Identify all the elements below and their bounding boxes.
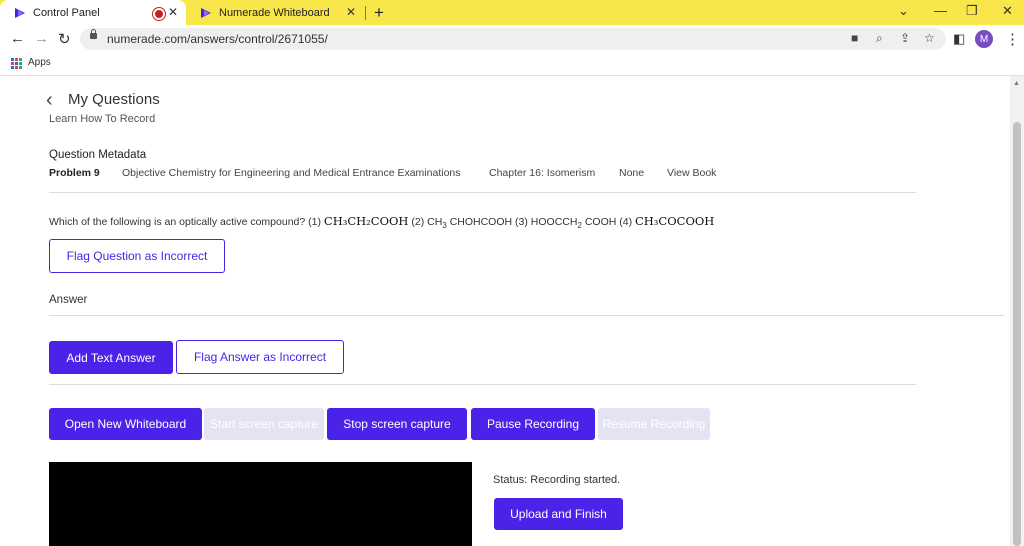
tab-label: Numerade Whiteboard — [219, 6, 330, 19]
tab-search-icon[interactable]: ⌄ — [898, 3, 909, 19]
tab-strip: Control Panel ✕ Numerade Whiteboard ✕ + … — [0, 0, 1024, 25]
avatar[interactable]: M — [975, 30, 993, 48]
metadata-heading: Question Metadata — [49, 149, 147, 161]
question-text: Which of the following is an optically a… — [49, 214, 715, 231]
divider — [49, 315, 1004, 316]
section: None — [619, 167, 645, 179]
address-bar[interactable]: numerade.com/answers/control/2671055/ ■ … — [80, 28, 946, 50]
numerade-logo-icon — [201, 7, 211, 18]
tab-whiteboard[interactable]: Numerade Whiteboard ✕ — [186, 0, 364, 25]
flag-question-button[interactable]: Flag Question as Incorrect — [49, 239, 225, 273]
close-icon[interactable]: ✕ — [168, 5, 178, 19]
add-text-answer-button[interactable]: Add Text Answer — [49, 341, 173, 374]
numerade-logo-icon — [15, 7, 25, 18]
navigation-bar: ← → ↻ numerade.com/answers/control/26710… — [0, 25, 1024, 53]
problem-number: Problem 9 — [49, 167, 100, 179]
bookmarks-bar: Apps — [0, 53, 1024, 76]
new-tab-icon[interactable]: + — [374, 3, 384, 23]
view-book-link[interactable]: View Book — [667, 167, 716, 179]
tab-separator — [365, 6, 366, 20]
page-title: My Questions — [68, 91, 160, 108]
window-close-icon[interactable]: ✕ — [1002, 3, 1013, 19]
divider — [49, 192, 916, 193]
forward-icon[interactable]: → — [34, 30, 49, 47]
open-whiteboard-button[interactable]: Open New Whiteboard — [49, 408, 202, 440]
start-capture-button[interactable]: Start screen capture — [204, 408, 324, 440]
resume-recording-button[interactable]: Resume Recording — [598, 408, 710, 440]
apps-link[interactable]: Apps — [28, 57, 51, 68]
star-icon[interactable]: ☆ — [924, 31, 935, 45]
video-preview — [49, 462, 472, 546]
lock-icon — [90, 29, 97, 39]
scroll-up-icon[interactable]: ▲ — [1013, 80, 1020, 87]
upload-finish-button[interactable]: Upload and Finish — [494, 498, 623, 530]
chevron-left-icon[interactable]: ‹ — [46, 89, 53, 112]
close-icon[interactable]: ✕ — [346, 5, 356, 19]
divider — [49, 384, 916, 385]
sidepanel-icon[interactable]: ◧ — [953, 31, 965, 47]
share-icon[interactable]: ⇪ — [900, 31, 910, 45]
tab-control-panel[interactable]: Control Panel ✕ — [0, 0, 186, 25]
book-title: Objective Chemistry for Engineering and … — [122, 167, 461, 179]
page-content: ‹ My Questions Learn How To Record Quest… — [0, 76, 1010, 546]
reload-icon[interactable]: ↻ — [58, 30, 71, 48]
answer-heading: Answer — [49, 294, 88, 306]
url-text[interactable]: numerade.com/answers/control/2671055/ — [107, 32, 328, 46]
minimize-icon[interactable]: — — [934, 3, 947, 18]
back-icon[interactable]: ← — [10, 30, 25, 47]
zoom-icon[interactable]: ⌕ — [876, 31, 883, 46]
tab-label: Control Panel — [33, 6, 100, 19]
learn-link[interactable]: Learn How To Record — [49, 113, 155, 125]
maximize-icon[interactable]: ❐ — [966, 3, 978, 19]
apps-icon[interactable] — [11, 58, 22, 69]
scrollbar-thumb[interactable] — [1013, 122, 1021, 546]
status-text: Status: Recording started. — [493, 474, 621, 486]
record-icon — [153, 8, 165, 20]
scrollbar[interactable]: ▲ — [1010, 76, 1024, 546]
pause-recording-button[interactable]: Pause Recording — [471, 408, 595, 440]
camera-icon[interactable]: ■ — [851, 31, 858, 45]
chapter: Chapter 16: Isomerism — [489, 167, 596, 179]
flag-answer-button[interactable]: Flag Answer as Incorrect — [176, 340, 344, 374]
menu-icon[interactable]: ⋮ — [1005, 30, 1020, 48]
stop-capture-button[interactable]: Stop screen capture — [327, 408, 467, 440]
